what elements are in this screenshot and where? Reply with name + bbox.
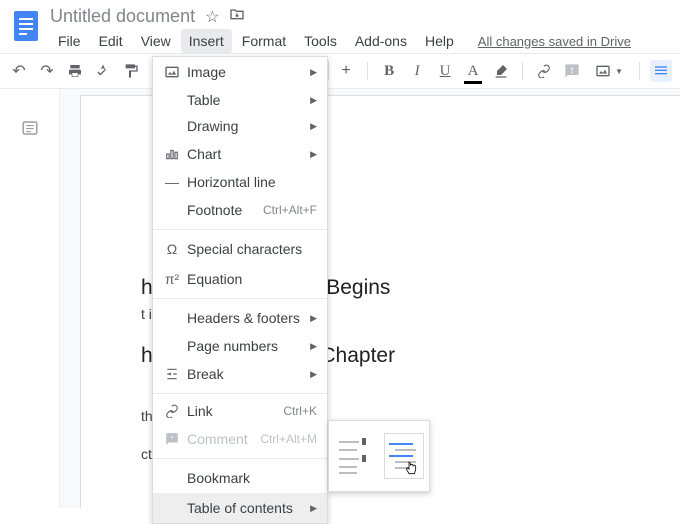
underline-button[interactable]: U bbox=[434, 60, 456, 82]
insert-menu-dropdown: Image▶ Table▶ Drawing▶ Chart▶ —Horizonta… bbox=[152, 56, 328, 524]
star-icon[interactable]: ☆ bbox=[205, 7, 219, 27]
menu-item-headers-footers[interactable]: Headers & footers▶ bbox=[153, 303, 327, 333]
horizontal-line-icon: — bbox=[161, 174, 183, 190]
menu-bar: File Edit View Insert Format Tools Add-o… bbox=[50, 29, 631, 53]
menu-item-special-characters[interactable]: ΩSpecial characters bbox=[153, 234, 327, 264]
omega-icon: Ω bbox=[161, 241, 183, 257]
menu-item-equation[interactable]: π²Equation bbox=[153, 264, 327, 294]
menu-item-drawing[interactable]: Drawing▶ bbox=[153, 113, 327, 139]
comment-icon bbox=[161, 432, 183, 446]
app-header: Untitled document ☆ File Edit View Inser… bbox=[0, 0, 680, 53]
insert-comment-button[interactable] bbox=[561, 60, 583, 82]
toolbar: ↶ ↷ − 16 + B I U A ▼ bbox=[0, 53, 680, 89]
toc-submenu bbox=[328, 420, 430, 492]
menu-format[interactable]: Format bbox=[234, 29, 294, 53]
redo-button[interactable]: ↷ bbox=[36, 60, 58, 82]
undo-button[interactable]: ↶ bbox=[8, 60, 30, 82]
italic-button[interactable]: I bbox=[406, 60, 428, 82]
menu-addons[interactable]: Add-ons bbox=[347, 29, 415, 53]
menu-item-comment: CommentCtrl+Alt+M bbox=[153, 424, 327, 454]
menu-item-link[interactable]: LinkCtrl+K bbox=[153, 398, 327, 424]
paint-format-button[interactable] bbox=[120, 60, 142, 82]
menu-item-horizontal-line[interactable]: —Horizontal line bbox=[153, 169, 327, 195]
docs-logo-icon bbox=[8, 8, 44, 44]
insert-image-button[interactable]: ▼ bbox=[589, 60, 629, 82]
link-icon bbox=[161, 404, 183, 418]
toc-option-with-blue-links[interactable] bbox=[384, 433, 424, 479]
menu-file[interactable]: File bbox=[50, 29, 89, 53]
outline-icon[interactable] bbox=[21, 119, 39, 137]
menu-edit[interactable]: Edit bbox=[91, 29, 131, 53]
menu-item-page-numbers[interactable]: Page numbers▶ bbox=[153, 333, 327, 359]
menu-item-bookmark[interactable]: Bookmark bbox=[153, 463, 327, 493]
outline-gutter bbox=[0, 89, 60, 508]
font-size-inc[interactable]: + bbox=[335, 60, 357, 82]
insert-link-button[interactable] bbox=[533, 60, 555, 82]
menu-item-table[interactable]: Table▶ bbox=[153, 87, 327, 113]
spellcheck-button[interactable] bbox=[92, 60, 114, 82]
cursor-pointer-icon bbox=[403, 460, 419, 478]
bold-button[interactable]: B bbox=[378, 60, 400, 82]
chart-icon bbox=[161, 147, 183, 161]
move-to-folder-icon[interactable] bbox=[229, 6, 245, 27]
highlight-button[interactable] bbox=[490, 60, 512, 82]
menu-insert[interactable]: Insert bbox=[181, 29, 232, 53]
doc-title[interactable]: Untitled document bbox=[50, 6, 195, 27]
pi-icon: π² bbox=[161, 271, 183, 287]
menu-item-image[interactable]: Image▶ bbox=[153, 57, 327, 87]
menu-help[interactable]: Help bbox=[417, 29, 462, 53]
menu-item-break[interactable]: Break▶ bbox=[153, 359, 327, 389]
break-icon bbox=[161, 367, 183, 381]
print-button[interactable] bbox=[64, 60, 86, 82]
text-color-button[interactable]: A bbox=[462, 60, 484, 82]
image-icon bbox=[161, 64, 183, 80]
menu-item-chart[interactable]: Chart▶ bbox=[153, 139, 327, 169]
save-status[interactable]: All changes saved in Drive bbox=[478, 34, 631, 49]
menu-view[interactable]: View bbox=[133, 29, 179, 53]
align-button[interactable] bbox=[650, 60, 672, 82]
header-center: Untitled document ☆ File Edit View Inser… bbox=[50, 6, 631, 53]
menu-item-footnote[interactable]: FootnoteCtrl+Alt+F bbox=[153, 195, 327, 225]
menu-tools[interactable]: Tools bbox=[296, 29, 345, 53]
toc-option-with-page-numbers[interactable] bbox=[334, 433, 374, 479]
